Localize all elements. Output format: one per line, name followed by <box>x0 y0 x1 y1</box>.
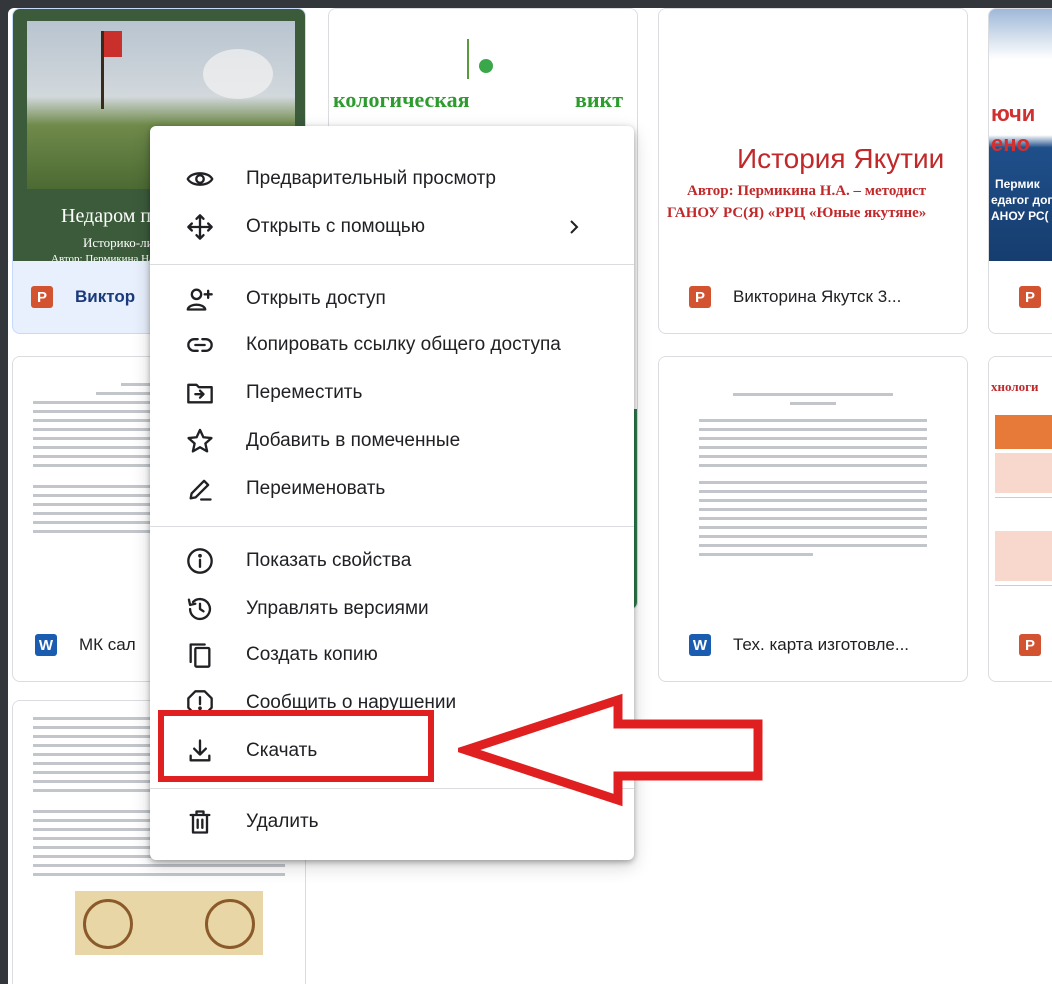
link-icon <box>186 331 214 359</box>
move-icon <box>186 213 214 241</box>
powerpoint-file-icon: P <box>1019 286 1041 308</box>
trash-icon <box>186 808 214 836</box>
menu-divider <box>150 526 634 527</box>
menu-item-label: Предварительный просмотр <box>246 168 496 189</box>
red-arrow-left-icon <box>458 693 763 807</box>
file-card-footer: W Тех. карта изготовле... <box>659 609 967 681</box>
file-card-footer: P Викторина Якутск 3... <box>659 261 967 333</box>
menu-item-copy-link[interactable]: Копировать ссылку общего доступа <box>150 322 634 368</box>
powerpoint-file-icon: P <box>689 286 711 308</box>
menu-item-versions[interactable]: Управлять версиями <box>150 586 634 632</box>
pencil-icon <box>186 475 214 503</box>
file-card-tech-map[interactable]: W Тех. карта изготовле... <box>658 356 968 682</box>
chevron-right-icon <box>566 219 582 235</box>
drive-file-grid: Недаром по Историко-лите Автор: Пермикин… <box>8 8 1052 984</box>
embedded-image <box>75 891 263 955</box>
menu-divider <box>150 264 634 265</box>
menu-item-rename[interactable]: Переименовать <box>150 466 634 512</box>
menu-item-label: Управлять версиями <box>246 598 429 619</box>
slide-text: Пермик <box>995 177 1040 191</box>
file-card-footer: P <box>989 609 1052 681</box>
file-name: Виктор <box>75 287 136 306</box>
file-name: Викторина Якутск 3... <box>733 287 902 306</box>
file-thumbnail: ючи ено Пермик едагог допо АНОУ РС( <box>989 9 1052 261</box>
menu-item-share[interactable]: Открыть доступ <box>150 276 634 322</box>
table-header-text: хнологи <box>991 379 1039 394</box>
info-icon <box>186 547 214 575</box>
menu-item-move[interactable]: Переместить <box>150 370 634 416</box>
star-icon <box>186 427 214 455</box>
file-card-right-top[interactable]: ючи ено Пермик едагог допо АНОУ РС( P <box>988 8 1052 334</box>
history-icon <box>186 595 214 623</box>
download-highlight-box <box>158 710 434 782</box>
slide-text: едагог допо <box>991 193 1052 207</box>
menu-item-label: Добавить в помеченные <box>246 430 461 451</box>
file-card-footer: P <box>989 261 1052 333</box>
file-name: МК сал <box>79 635 136 654</box>
file-thumbnail: хнологи <box>989 357 1052 609</box>
move-to-folder-icon <box>186 379 214 407</box>
menu-item-label: Открыть с помощью <box>246 216 425 237</box>
slide-title: История Якутии <box>737 143 945 174</box>
smoke-shape <box>203 49 273 99</box>
ornament-shape <box>205 899 255 949</box>
menu-item-label: Копировать ссылку общего доступа <box>246 334 561 355</box>
flag-cloth <box>104 31 122 57</box>
ornament-shape <box>83 899 133 949</box>
menu-item-label: Переименовать <box>246 478 386 499</box>
table-row <box>995 531 1052 581</box>
file-card-yakutia-history[interactable]: История Якутии Автор: Пермикина Н.А. – м… <box>658 8 968 334</box>
copy-icon <box>186 641 214 669</box>
menu-item-copy[interactable]: Создать копию <box>150 632 634 678</box>
menu-item-label: Удалить <box>246 811 319 832</box>
table-row <box>995 585 1052 609</box>
menu-item-label: Открыть доступ <box>246 288 386 309</box>
slide-text: АНОУ РС( <box>991 209 1049 223</box>
slide-line: Автор: Пермикина Н.А. – методист <box>687 183 927 199</box>
slide-text-right: викт <box>575 87 624 112</box>
file-name: Тех. карта изготовле... <box>733 635 910 654</box>
menu-item-label: Переместить <box>246 382 363 403</box>
slide-line: ГАНОУ РС(Я) «РРЦ «Юные якутяне» <box>667 205 927 221</box>
menu-item-label: Показать свойства <box>246 550 412 571</box>
powerpoint-file-icon: P <box>1019 634 1041 656</box>
slide-text: ено <box>991 131 1030 156</box>
table-header-cell <box>995 415 1052 449</box>
slide-text-left: кологическая <box>333 87 470 112</box>
file-card-right-bottom[interactable]: хнологи P <box>988 356 1052 682</box>
document-text-lines <box>699 387 927 562</box>
menu-item-star[interactable]: Добавить в помеченные <box>150 418 634 464</box>
person-add-icon <box>186 285 214 313</box>
table-row <box>995 497 1052 528</box>
menu-item-label: Создать копию <box>246 644 378 665</box>
leaf-decoration <box>479 59 493 73</box>
file-thumbnail: История Якутии Автор: Пермикина Н.А. – м… <box>659 9 967 261</box>
word-file-icon: W <box>689 634 711 656</box>
menu-item-preview[interactable]: Предварительный просмотр <box>150 156 634 202</box>
file-thumbnail <box>659 357 967 609</box>
slide-title: Недаром по <box>61 205 162 227</box>
menu-item-open-with[interactable]: Открыть с помощью <box>150 204 634 250</box>
table-row <box>995 453 1052 493</box>
word-file-icon: W <box>35 634 57 656</box>
leaf-decoration <box>467 39 469 79</box>
powerpoint-file-icon: P <box>31 286 53 308</box>
slide-text: ючи <box>991 101 1036 126</box>
menu-item-properties[interactable]: Показать свойства <box>150 538 634 584</box>
eye-icon <box>186 165 214 193</box>
